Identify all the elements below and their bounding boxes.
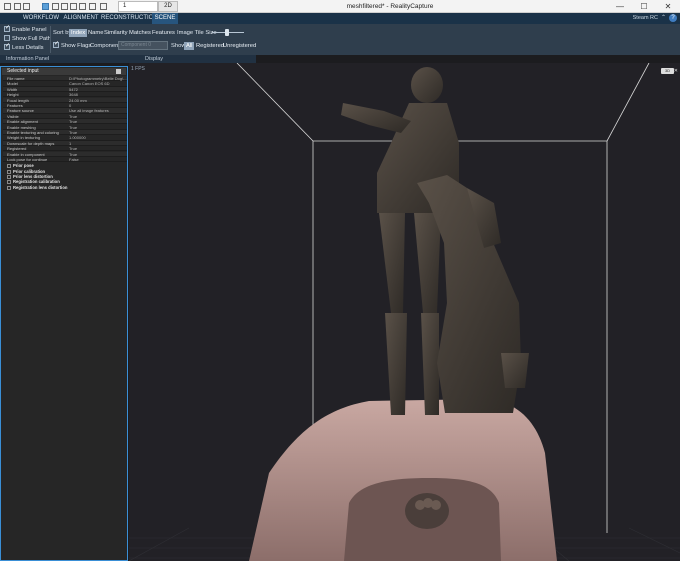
- property-value[interactable]: 1: [69, 141, 127, 146]
- property-value[interactable]: False: [69, 157, 127, 162]
- help-icon[interactable]: ?: [669, 14, 677, 22]
- property-value[interactable]: 1.000000: [69, 135, 127, 140]
- property-key: Enable texturing and coloring: [7, 130, 59, 135]
- property-key: Focal length: [7, 97, 29, 103]
- layout-3-icon[interactable]: [61, 3, 68, 10]
- panel-header: Selected input: [2, 68, 126, 75]
- expand-icon[interactable]: [7, 185, 11, 190]
- collapsible-section[interactable]: Prior calibration: [7, 169, 45, 174]
- show-flags-checkbox[interactable]: Show Flags: [53, 40, 91, 50]
- maximize-button[interactable]: ☐: [632, 0, 656, 13]
- layout-5-icon[interactable]: [79, 3, 86, 10]
- view-tab-2d[interactable]: 2D: [158, 1, 178, 12]
- tile-size-slider-handle[interactable]: [225, 29, 229, 36]
- property-value[interactable]: True: [69, 114, 127, 119]
- information-panel-group-label: Information Panel: [6, 56, 50, 62]
- section-label: Registration lens distortion: [13, 184, 68, 190]
- property-key: Lock pose for continue: [7, 157, 48, 162]
- component-dropdown[interactable]: Component 0: [118, 41, 168, 50]
- property-value[interactable]: Use all image features: [69, 108, 127, 113]
- property-value[interactable]: 24.00 mm: [69, 98, 127, 103]
- title-bar: 1 2D meshfiltered* - RealityCapture — ☐ …: [0, 0, 680, 13]
- property-value[interactable]: D:\Photogrammetry\Belle Dog\...: [69, 76, 127, 81]
- property-key: Downscale for depth maps: [7, 140, 55, 146]
- collapsible-section[interactable]: Prior pose: [7, 163, 34, 169]
- app-icon: [4, 3, 11, 10]
- property-key: File name: [7, 76, 25, 81]
- 3d-viewport[interactable]: 1 FPS 3D ✕: [129, 63, 680, 561]
- panel-title: Selected input: [7, 68, 39, 74]
- property-key: Enable alignment: [7, 119, 38, 125]
- sort-features-button[interactable]: Features: [150, 29, 177, 37]
- menu-workflow[interactable]: WORKFLOW: [22, 13, 60, 24]
- sort-similarity-button[interactable]: Similarity: [102, 29, 130, 37]
- layout-icon[interactable]: [23, 3, 30, 10]
- ribbon-group-labels: Information Panel Display: [0, 55, 256, 63]
- property-value[interactable]: Canon Canon EOS 6D: [69, 81, 127, 86]
- main-menu: WORKFLOW ALIGNMENT RECONSTRUCTION SCENE …: [0, 13, 680, 24]
- collapsible-section[interactable]: Prior lens distortion: [7, 174, 53, 179]
- image-tile-size-label: Image Tile Size: [177, 30, 217, 36]
- undo-icon[interactable]: [89, 3, 96, 10]
- bronze-statue: [341, 67, 529, 415]
- show-full-path-checkbox[interactable]: Show Full Path: [4, 35, 51, 43]
- show-all-button[interactable]: All: [184, 42, 195, 50]
- collapsible-section[interactable]: Registration calibration: [7, 179, 60, 185]
- property-key: Height: [7, 92, 19, 98]
- property-value[interactable]: True: [69, 119, 127, 124]
- ribbon: Enable Panel Show Full Path Less Details…: [0, 24, 680, 55]
- enable-panel-checkbox[interactable]: Enable Panel: [4, 24, 47, 34]
- quick-access-icon[interactable]: [14, 3, 21, 10]
- redo-icon[interactable]: [100, 3, 107, 10]
- property-key: Enable in component: [7, 151, 45, 157]
- property-value[interactable]: True: [69, 146, 127, 151]
- menu-scene[interactable]: SCENE: [152, 13, 178, 24]
- fps-counter: 1 FPS: [131, 66, 145, 72]
- property-key: Weight in texturing: [7, 135, 41, 141]
- window-title: meshfiltered* - RealityCapture: [346, 3, 434, 10]
- show-unregistered-button[interactable]: Unregistered: [221, 42, 258, 50]
- property-value[interactable]: True: [69, 130, 127, 135]
- property-key: Width: [7, 86, 18, 92]
- viewport-close-icon[interactable]: ✕: [674, 68, 678, 74]
- less-details-checkbox[interactable]: Less Details: [4, 42, 44, 52]
- property-key: Model: [7, 81, 18, 87]
- section-label: Prior calibration: [13, 168, 46, 174]
- layout-2-icon[interactable]: [52, 3, 59, 10]
- section-label: Prior lens distortion: [13, 174, 53, 179]
- property-value[interactable]: 5472: [69, 87, 127, 92]
- collapsible-section[interactable]: Registration lens distortion: [7, 185, 67, 190]
- scene-render[interactable]: [129, 63, 680, 561]
- collapse-ribbon-icon[interactable]: ⌃: [661, 14, 666, 23]
- panel-options-icon[interactable]: [116, 69, 121, 74]
- property-value[interactable]: True: [69, 125, 127, 130]
- section-label: Registration calibration: [13, 179, 60, 185]
- menu-reconstruction[interactable]: RECONSTRUCTION: [101, 13, 158, 24]
- property-key: Feature source: [7, 108, 34, 114]
- sort-index-button[interactable]: Index: [69, 29, 88, 37]
- property-key: Registered: [7, 146, 27, 152]
- section-label: Prior pose: [13, 163, 34, 169]
- property-value[interactable]: 3648: [69, 92, 127, 97]
- layout-1-icon[interactable]: [42, 3, 49, 10]
- component-label: Component: [90, 43, 120, 49]
- layout-4-icon[interactable]: [70, 3, 77, 10]
- account-label[interactable]: Steam RC: [633, 13, 658, 24]
- view-tab-1[interactable]: 1: [118, 1, 158, 12]
- information-panel[interactable]: Selected input File name D:\Photogrammetr…: [0, 66, 128, 561]
- property-row[interactable]: Lock pose for continue False: [3, 157, 127, 163]
- property-value[interactable]: 0: [69, 103, 127, 108]
- property-key: Features: [7, 103, 23, 108]
- menu-alignment[interactable]: ALIGNMENT: [62, 13, 100, 24]
- ribbon-separator: [50, 26, 51, 53]
- close-button[interactable]: ✕: [656, 0, 680, 13]
- minimize-button[interactable]: —: [608, 0, 632, 13]
- view-mode-button[interactable]: 3D: [661, 68, 674, 74]
- property-key: Enable meshing: [7, 124, 36, 130]
- property-key: Visible: [7, 113, 19, 119]
- property-value[interactable]: True: [69, 152, 127, 157]
- display-group-label: Display: [145, 56, 164, 62]
